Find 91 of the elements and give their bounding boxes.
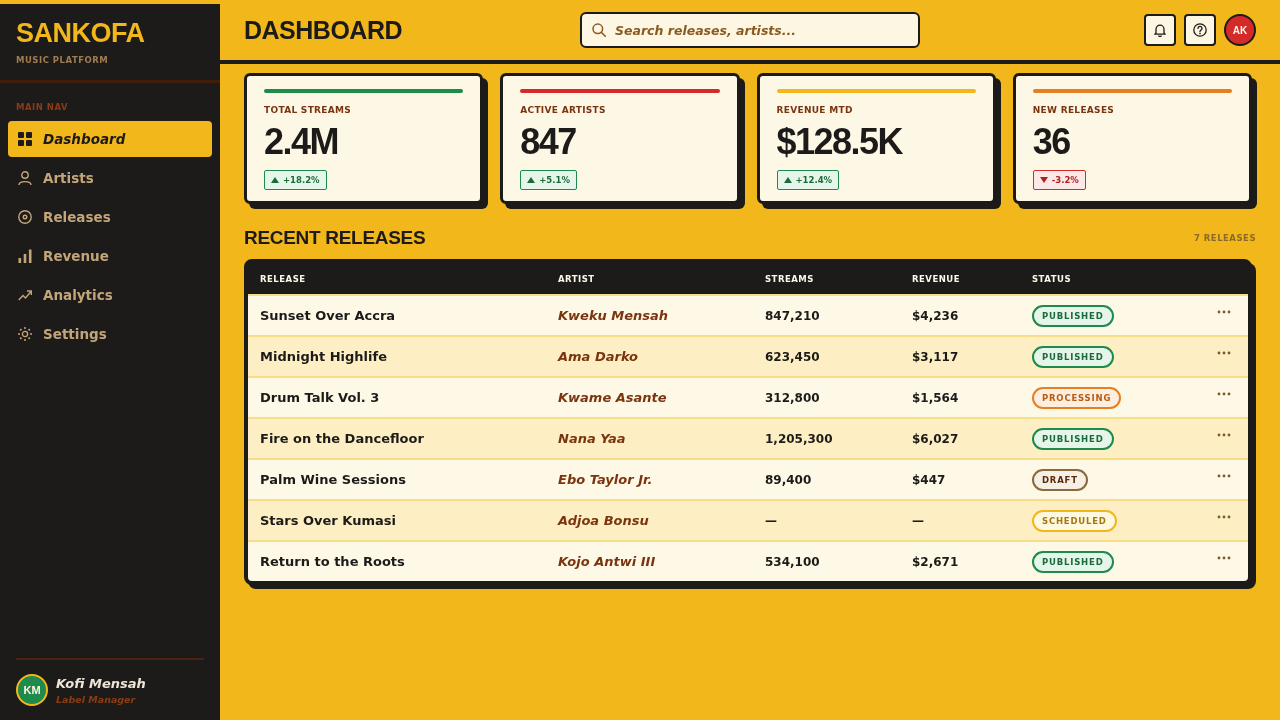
artist-name: Nana Yaa [558,431,626,446]
user-icon [18,171,32,185]
column-header: STATUS [1031,273,1072,284]
search-icon [592,23,606,37]
grid-icon [18,132,32,146]
user-avatar[interactable]: KM [16,674,48,706]
down-triangle-icon [1039,177,1048,183]
nav-heading: MAIN NAV [15,101,69,113]
brand-tagline: MUSIC PLATFORM [16,55,110,66]
column-header: REVENUE [911,273,962,284]
release-title: Stars Over Kumasi [260,513,396,528]
more-options-icon[interactable] [1217,556,1231,560]
column-header: ARTIST [557,273,596,284]
revenue-value: $2,671 [912,554,959,569]
user-role: Label Manager [56,692,137,706]
disc-icon [18,210,32,224]
search-field[interactable]: Search releases, artists... [580,12,920,48]
status-badge: PUBLISHED [1032,345,1114,368]
stat-value: $128.5K [776,122,904,162]
streams-value: 312,800 [765,390,820,405]
status-badge: SCHEDULED [1032,509,1117,532]
trend-line-icon [18,288,32,302]
status-badge: DRAFT [1032,468,1088,491]
streams-value: — [765,513,777,528]
stat-label: REVENUE MTD [776,104,854,116]
artist-name: Kwame Asante [558,390,667,405]
release-title: Sunset Over Accra [260,308,396,323]
more-options-icon[interactable] [1217,351,1231,355]
revenue-value: $6,027 [912,431,959,446]
more-options-icon[interactable] [1217,392,1231,396]
streams-value: 847,210 [765,308,820,323]
status-badge: PROCESSING [1032,386,1122,409]
page-title: DASHBOARD [244,15,402,45]
status-badge: PUBLISHED [1032,550,1114,573]
more-options-icon[interactable] [1217,474,1231,478]
column-header: RELEASE [259,273,307,284]
nav-item[interactable]: Artists [8,160,212,196]
streams-value: 1,205,300 [765,431,833,446]
nav-item[interactable]: Analytics [8,277,212,313]
change-value: +18.2% [283,175,320,185]
streams-value: 89,400 [765,472,812,487]
notifications-button[interactable] [1144,14,1176,46]
release-count: 7 RELEASES [1193,233,1256,243]
release-title: Drum Talk Vol. 3 [260,390,380,405]
release-title: Palm Wine Sessions [260,472,406,487]
revenue-value: $1,564 [912,390,959,405]
settings-icon [18,327,32,341]
user-name: Kofi Mensah [56,674,146,692]
artist-name: Kojo Antwi III [558,554,656,569]
bar-chart-icon [18,249,32,263]
revenue-value: $447 [912,472,946,487]
brand-name: SANKOFA [16,18,146,48]
up-triangle-icon [271,177,279,183]
stat-value: 36 [1032,122,1071,162]
change-value: +5.1% [539,175,570,185]
streams-value: 623,450 [765,349,820,364]
up-triangle-icon [527,177,536,183]
nav-item[interactable]: Revenue [8,238,212,274]
more-options-icon[interactable] [1217,515,1231,519]
revenue-value: — [912,513,924,528]
column-header: STREAMS [764,273,815,284]
nav-item[interactable]: Releases [8,199,212,235]
stat-label: NEW RELEASES [1032,104,1116,116]
status-badge: PUBLISHED [1032,427,1114,450]
stat-value: 2.4M [264,122,340,162]
stat-label: ACTIVE ARTISTS [520,104,607,116]
release-title: Fire on the Dancefloor [260,431,424,446]
status-badge: PUBLISHED [1032,304,1114,327]
revenue-value: $4,236 [912,308,959,323]
section-title: RECENT RELEASES [244,226,426,250]
nav-item[interactable]: Settings [8,316,212,352]
artist-name: Ebo Taylor Jr. [558,472,653,487]
streams-value: 534,100 [765,554,820,569]
nav-item[interactable]: Dashboard [8,121,212,157]
artist-name: Kweku Mensah [558,308,669,323]
change-value: -3.2% [1051,175,1079,185]
revenue-value: $3,117 [912,349,959,364]
change-value: +12.4% [795,175,833,185]
more-options-icon[interactable] [1217,310,1231,314]
bell-icon [1153,23,1167,37]
help-icon [1193,23,1207,37]
stat-label: TOTAL STREAMS [264,104,353,116]
artist-name: Ama Darko [558,349,638,364]
stat-value: 847 [520,122,577,162]
up-triangle-icon [783,177,792,183]
release-title: Midnight Highlife [260,349,387,364]
help-button[interactable] [1184,14,1216,46]
more-options-icon[interactable] [1217,433,1231,437]
user-avatar[interactable]: AK [1224,14,1256,46]
release-title: Return to the Roots [260,554,405,569]
artist-name: Adjoa Bonsu [558,513,649,528]
